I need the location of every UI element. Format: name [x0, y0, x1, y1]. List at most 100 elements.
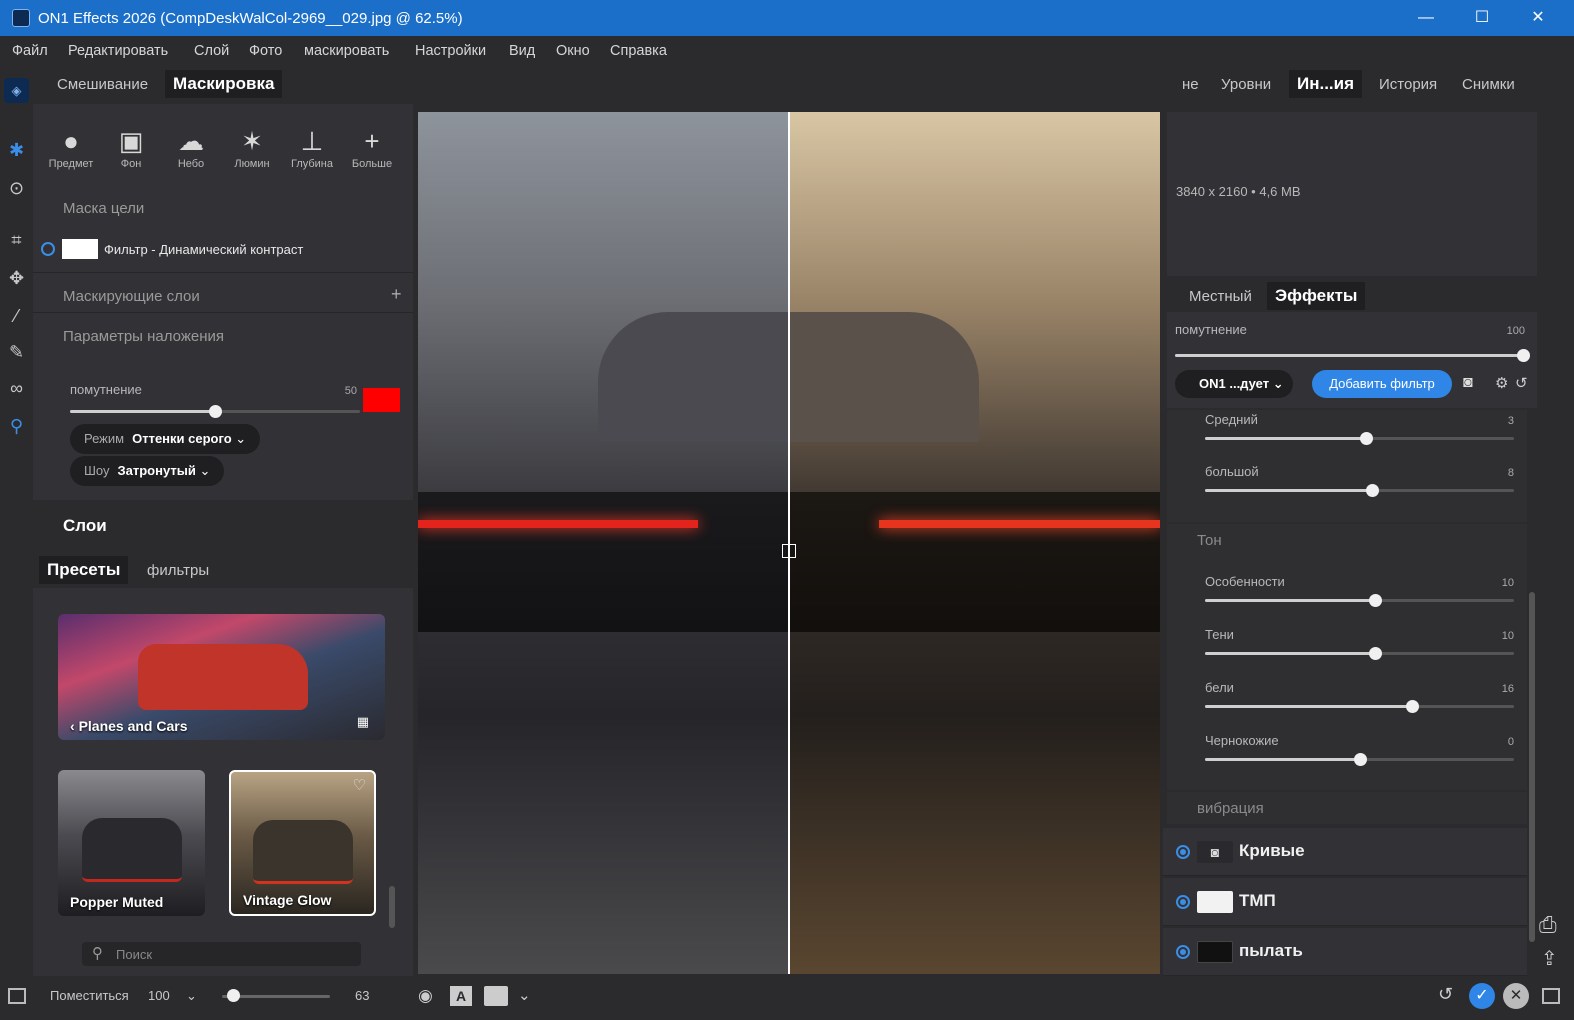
sliders_tone-slider-3-knob[interactable] — [1353, 753, 1367, 766]
text-overlay-icon[interactable]: A — [450, 986, 472, 1006]
split-divider[interactable] — [788, 112, 790, 974]
menu-window[interactable]: Окно — [556, 43, 590, 59]
tab-filters[interactable]: фильтры — [147, 562, 209, 579]
tab-masking[interactable]: Маскировка — [165, 70, 283, 98]
opacity-knob[interactable] — [1517, 349, 1530, 362]
menu-edit[interactable]: Редактировать — [68, 43, 168, 59]
preset-thumb-vintage[interactable]: ♡ Vintage Glow — [229, 770, 376, 916]
sliders_tone-slider-0-value: 10 — [1501, 577, 1514, 589]
close-button[interactable]: ✕ — [1510, 0, 1566, 36]
target-mask-item[interactable]: Фильтр - Динамический контраст — [104, 242, 303, 257]
tab-effects[interactable]: Эффекты — [1267, 282, 1366, 310]
show-dropdown[interactable]: Шоу Затронутый ⌄ — [70, 456, 225, 486]
mask-background-button[interactable]: ▣ Фон — [103, 124, 159, 170]
zoom-value[interactable]: 100 — [148, 988, 170, 1003]
gear-icon[interactable]: ⚙ — [1495, 374, 1508, 392]
masking-card: ● Предмет ▣ Фон ☁ Небо ✶ Люмин ⊥ Глубина… — [33, 104, 413, 500]
tab-ne[interactable]: не — [1182, 76, 1199, 93]
mode-dropdown[interactable]: Режим Оттенки серого ⌄ — [70, 424, 261, 454]
fit-label[interactable]: Поместиться — [50, 988, 129, 1003]
sliders_tone-slider-1-knob[interactable] — [1368, 647, 1382, 660]
sliders_detail-slider-0-knob[interactable] — [1359, 432, 1373, 445]
heart-icon[interactable]: ♡ — [353, 776, 366, 794]
more-tools-icon[interactable]: ⊙ — [4, 176, 29, 201]
add-filter-button[interactable]: Добавить фильтр — [1312, 370, 1452, 398]
divider — [33, 272, 413, 273]
preset-thumb-popper[interactable]: Popper Muted — [58, 770, 205, 916]
overlay-opacity-knob[interactable] — [209, 405, 222, 418]
mask-tool-label: Люмин — [234, 158, 270, 170]
minimize-button[interactable]: — — [1398, 0, 1454, 36]
mask-view-icon[interactable] — [484, 986, 508, 1006]
opacity-value: 100 — [1506, 325, 1525, 337]
zoom-tool-icon[interactable]: ⚲ — [4, 414, 29, 439]
mask-tool-icon[interactable]: ∞ — [4, 376, 29, 401]
menu-layer[interactable]: Слой — [194, 43, 229, 59]
target-mask-radio[interactable] — [41, 242, 55, 256]
tab-snapshots[interactable]: Снимки — [1462, 76, 1515, 93]
move-tool-icon[interactable]: ✥ — [4, 266, 29, 291]
menu-mask[interactable]: маскировать — [304, 43, 389, 59]
show-label: Шоу — [84, 463, 110, 478]
mask-sky-button[interactable]: ☁ Небо — [163, 124, 219, 170]
image-canvas[interactable] — [418, 112, 1160, 974]
undo-icon[interactable]: ↺ — [1438, 984, 1453, 1005]
mask-depth-button[interactable]: ⊥ Глубина — [284, 124, 340, 170]
menu-file[interactable]: Файл — [12, 43, 48, 59]
car-top-before — [598, 312, 788, 442]
chevron-down-icon[interactable]: ⌄ — [186, 988, 197, 1004]
layer-row[interactable]: ТМП — [1163, 878, 1527, 926]
tab-info[interactable]: Ин...ия — [1289, 70, 1363, 98]
cancel-button[interactable]: ✕ — [1503, 983, 1529, 1009]
sliders_tone-slider-2-fill — [1205, 705, 1413, 708]
brush-tool-icon[interactable]: ✎ — [4, 340, 29, 365]
tab-local[interactable]: Местный — [1189, 288, 1252, 305]
maximize-button[interactable]: ☐ — [1454, 0, 1510, 36]
search-box[interactable]: ⚲ Поиск — [82, 942, 361, 966]
layer-visibility-radio[interactable] — [1176, 945, 1190, 959]
vibration-section[interactable]: вибрация — [1167, 792, 1527, 824]
print-icon[interactable]: ⎙ — [1539, 912, 1557, 938]
reset-icon[interactable]: ↺ — [1515, 374, 1528, 392]
menu-settings[interactable]: Настройки — [415, 43, 486, 59]
menu-photo[interactable]: Фото — [249, 43, 282, 59]
menu-help[interactable]: Справка — [610, 43, 667, 59]
tab-blending[interactable]: Смешивание — [57, 76, 148, 93]
layer-row[interactable]: пылать — [1163, 928, 1527, 976]
logo-icon: ◈ — [4, 78, 29, 103]
tab-history[interactable]: История — [1379, 76, 1437, 93]
panel-toggle-icon[interactable] — [8, 988, 26, 1004]
add-masking-layer-button[interactable]: + — [391, 284, 402, 305]
presets-scrollbar[interactable] — [389, 886, 395, 928]
grid-view-icon[interactable]: ▦ — [357, 714, 369, 730]
layer-visibility-radio[interactable] — [1176, 845, 1190, 859]
chevron-down-icon[interactable]: ⌄ — [518, 986, 531, 1004]
layer-visibility-radio[interactable] — [1176, 895, 1190, 909]
effects-tool-icon[interactable]: ✱ — [4, 138, 29, 163]
sliders_tone-slider-0-label: Особенности — [1205, 574, 1285, 589]
preset-category-card[interactable]: ‹ Planes and Cars ▦ — [58, 614, 385, 740]
menu-view[interactable]: Вид — [509, 43, 535, 59]
overlay-color-swatch[interactable] — [363, 388, 400, 412]
crop-tool-icon[interactable]: ⌗ — [4, 228, 29, 253]
tab-levels[interactable]: Уровни — [1221, 76, 1271, 93]
tab-presets[interactable]: Пресеты — [39, 556, 129, 584]
sliders_detail-slider-1-knob[interactable] — [1365, 484, 1379, 497]
apply-check-button[interactable]: ✓ — [1469, 983, 1495, 1009]
eye-icon[interactable]: ◉ — [418, 986, 433, 1006]
share-icon[interactable]: ⇪ — [1541, 946, 1558, 971]
zoom-slider-knob[interactable] — [226, 989, 240, 1002]
preset-dropdown[interactable]: ON1 ...дует ⌄ — [1175, 370, 1293, 398]
retouch-tool-icon[interactable]: ⁄ — [4, 304, 29, 329]
mask-luminance-button[interactable]: ✶ Люмин — [224, 124, 280, 170]
mask-subject-button[interactable]: ● Предмет — [43, 124, 99, 170]
sliders_tone-slider-0-knob[interactable] — [1368, 594, 1382, 607]
split-handle[interactable] — [782, 544, 796, 558]
mask-more-button[interactable]: + Больше — [344, 124, 400, 170]
car-rear-after — [789, 492, 1160, 632]
right-panel-toggle-icon[interactable] — [1542, 988, 1560, 1004]
effects-scrollbar[interactable] — [1529, 592, 1535, 942]
sliders_tone-slider-2-knob[interactable] — [1406, 700, 1420, 713]
layer-row[interactable]: ◙ Кривые — [1163, 828, 1527, 876]
mask-icon[interactable]: ◙ — [1463, 374, 1473, 392]
